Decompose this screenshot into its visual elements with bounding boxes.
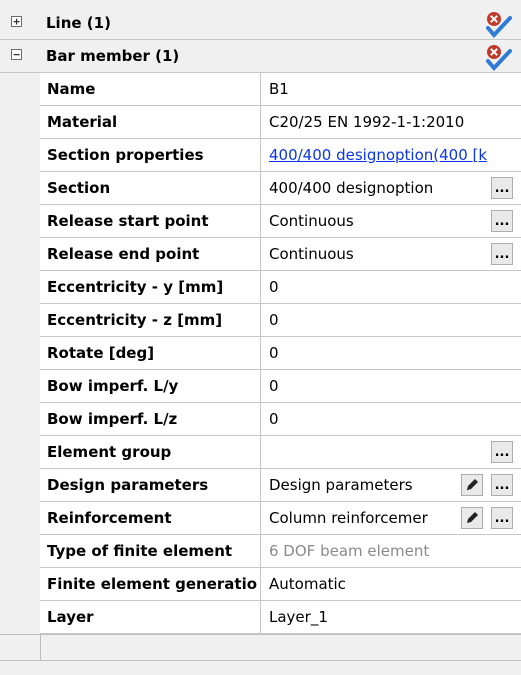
prop-value[interactable]: Continuous (261, 205, 489, 237)
prop-row-release-end[interactable]: Release end point Continuous ... (40, 238, 521, 271)
left-gutter (0, 73, 41, 660)
prop-label: Finite element generatio (40, 568, 261, 600)
browse-button[interactable]: ... (491, 441, 513, 463)
browse-button[interactable]: ... (491, 507, 513, 529)
prop-label: Bow imperf. L/y (40, 370, 261, 402)
prop-label: Section properties (40, 139, 261, 171)
pencil-icon[interactable] (461, 507, 483, 529)
prop-label: Rotate [deg] (40, 337, 261, 369)
prop-value-readonly: 6 DOF beam element (269, 542, 430, 560)
group-line[interactable]: + Line (1) (0, 7, 521, 40)
prop-row-finite-element-type: Type of finite element 6 DOF beam elemen… (40, 535, 521, 568)
prop-label: Material (40, 106, 261, 138)
prop-value[interactable] (261, 436, 489, 468)
prop-value[interactable]: C20/25 EN 1992-1-1:2010 (261, 106, 521, 138)
prop-label: Bow imperf. L/z (40, 403, 261, 435)
prop-row-material[interactable]: Material C20/25 EN 1992-1-1:2010 (40, 106, 521, 139)
prop-label: Eccentricity - z [mm] (40, 304, 261, 336)
prop-row-fe-generation[interactable]: Finite element generatio Automatic (40, 568, 521, 601)
prop-label: Layer (40, 601, 261, 633)
prop-row-section[interactable]: Section 400/400 designoption ... (40, 172, 521, 205)
prop-value[interactable]: 0 (261, 403, 521, 435)
prop-label: Release end point (40, 238, 261, 270)
group-bar-member[interactable]: − Bar member (1) (0, 40, 521, 73)
pencil-icon[interactable] (461, 474, 483, 496)
section-properties-link[interactable]: 400/400 designoption(400 [k (261, 139, 521, 171)
prop-value[interactable]: Design parameters (261, 469, 457, 501)
prop-row-bow-imperf-z[interactable]: Bow imperf. L/z 0 (40, 403, 521, 436)
group-title-bar-member: Bar member (1) (46, 47, 180, 65)
prop-row-section-properties[interactable]: Section properties 400/400 designoption(… (40, 139, 521, 172)
error-check-icon (486, 12, 512, 38)
prop-value[interactable]: 0 (261, 304, 521, 336)
prop-value[interactable]: Column reinforcemer (261, 502, 457, 534)
prop-label: Name (40, 73, 261, 105)
prop-row-reinforcement[interactable]: Reinforcement Column reinforcemer ... (40, 502, 521, 535)
browse-button[interactable]: ... (491, 243, 513, 265)
minus-expander-icon[interactable]: − (11, 49, 22, 60)
prop-row-bow-imperf-y[interactable]: Bow imperf. L/y 0 (40, 370, 521, 403)
prop-label: Eccentricity - y [mm] (40, 271, 261, 303)
prop-value[interactable]: 0 (261, 370, 521, 402)
prop-row-eccentricity-y[interactable]: Eccentricity - y [mm] 0 (40, 271, 521, 304)
prop-value[interactable]: 400/400 designoption (261, 172, 489, 204)
prop-label: Reinforcement (40, 502, 261, 534)
prop-value[interactable]: Continuous (261, 238, 489, 270)
prop-label: Type of finite element (40, 535, 261, 567)
prop-label: Release start point (40, 205, 261, 237)
prop-row-rotate[interactable]: Rotate [deg] 0 (40, 337, 521, 370)
divider (0, 634, 521, 635)
browse-button[interactable]: ... (491, 177, 513, 199)
prop-row-design-parameters[interactable]: Design parameters Design parameters ... (40, 469, 521, 502)
prop-row-name[interactable]: Name B1 (40, 73, 521, 106)
prop-row-release-start[interactable]: Release start point Continuous ... (40, 205, 521, 238)
prop-value[interactable]: B1 (261, 73, 521, 105)
prop-value[interactable]: 0 (261, 271, 521, 303)
horizontal-scrollbar[interactable] (0, 660, 521, 675)
browse-button[interactable]: ... (491, 474, 513, 496)
prop-label: Section (40, 172, 261, 204)
group-title-line: Line (1) (46, 14, 111, 32)
prop-row-eccentricity-z[interactable]: Eccentricity - z [mm] 0 (40, 304, 521, 337)
property-grid: + Line (1) − Bar member (1) Name B1 Mate… (0, 0, 521, 675)
error-check-icon (486, 45, 512, 71)
browse-button[interactable]: ... (491, 210, 513, 232)
prop-label: Design parameters (40, 469, 261, 501)
prop-value[interactable]: Layer_1 (261, 601, 521, 633)
prop-value[interactable]: 0 (261, 337, 521, 369)
prop-label: Element group (40, 436, 261, 468)
prop-value[interactable]: Automatic (261, 568, 521, 600)
prop-row-layer[interactable]: Layer Layer_1 (40, 601, 521, 634)
plus-expander-icon[interactable]: + (11, 16, 22, 27)
prop-row-element-group[interactable]: Element group ... (40, 436, 521, 469)
